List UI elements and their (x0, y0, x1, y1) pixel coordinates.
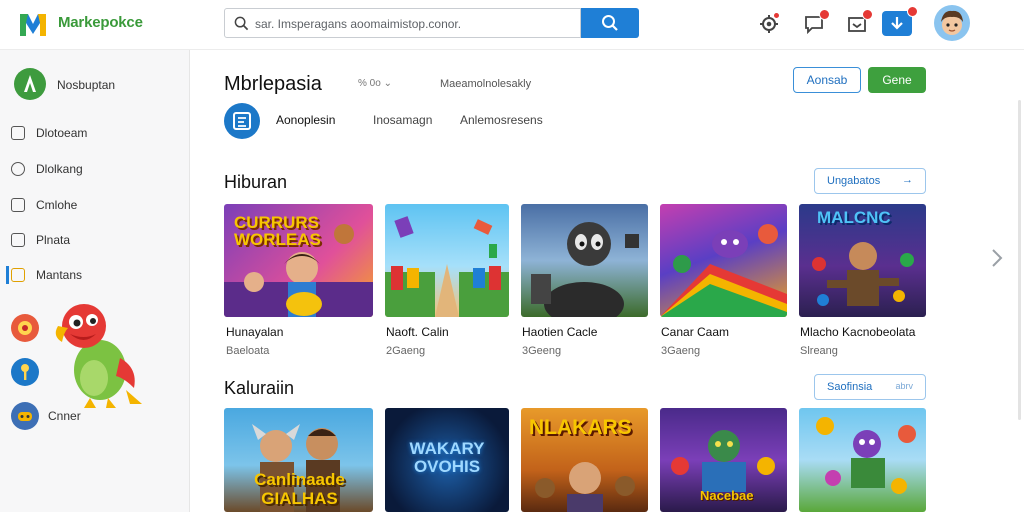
top-bar: Markepokce sar. Imsperagans aoomaimistop… (0, 0, 1024, 50)
chat-icon[interactable] (803, 9, 830, 35)
sidebar-item-label: Dlolkang (36, 162, 83, 176)
list-icon (11, 126, 25, 140)
game-card-8[interactable]: NLAKARS (521, 408, 648, 512)
game-title[interactable]: Mlacho Kacnobeolata (800, 325, 915, 339)
notification-badge (907, 6, 918, 17)
card-art-text: Nacebae (700, 488, 754, 503)
game-title[interactable]: Canar Caam (661, 325, 729, 339)
search-button[interactable] (581, 8, 639, 38)
sidebar: Nosbuptan Dlotoeam Dlolkang Cmlohe Plnat… (0, 50, 190, 512)
game-subtitle: Baeloata (226, 345, 270, 357)
arrow-right-icon: abrv (895, 381, 913, 391)
controller-icon[interactable] (11, 402, 39, 430)
page-title: Mbrlepasia (224, 73, 322, 95)
game-card-3[interactable] (521, 204, 648, 317)
sidebar-item-dlotoeam[interactable]: Dlotoeam (0, 120, 190, 146)
outline-action-button[interactable]: Aonsab (793, 67, 861, 93)
circle-icon (11, 162, 25, 176)
download-button[interactable] (882, 6, 918, 36)
tab-aonoplesin[interactable]: Aonoplesin (276, 113, 335, 127)
game-subtitle: 2Gaeng (386, 345, 426, 357)
user-badge-icon[interactable] (14, 68, 46, 100)
game-subtitle: 3Geeng (522, 345, 562, 357)
search-icon (602, 15, 618, 31)
game-title[interactable]: Hunayalan (226, 325, 283, 339)
sidebar-item-label: Dlotoeam (36, 126, 88, 140)
notification-badge (862, 9, 873, 20)
notification-badge (773, 12, 780, 19)
brand-logo-icon[interactable] (18, 10, 48, 38)
sidebar-item-mantans[interactable]: Mantans (0, 262, 190, 288)
mascot-parrot-icon (55, 304, 142, 408)
store-icon (11, 268, 25, 282)
game-card-6[interactable]: Canlinaade GIALHAS (224, 408, 373, 512)
bookmark-icon (11, 233, 25, 247)
card-art-text: CURRURS WORLEAS (234, 213, 321, 249)
card-art-text: Canlinaade GIALHAS (254, 470, 345, 508)
card-art-text: MALCNC (817, 208, 891, 227)
sidebar-item-label: Cmlohe (36, 198, 78, 212)
inbox-icon[interactable] (846, 9, 873, 35)
game-subtitle: Slreang (800, 345, 838, 357)
card-art-text: NLAKARS (529, 416, 632, 439)
see-all-label: Saofinsia (827, 380, 873, 393)
brand-name[interactable]: Markepokce (58, 14, 143, 31)
game-card-10[interactable] (799, 408, 926, 512)
notification-badge (819, 9, 830, 20)
sidebar-item-dlolkang[interactable]: Dlolkang (0, 156, 190, 182)
document-icon (11, 198, 25, 212)
sidebar-item-label: Plnata (36, 233, 71, 247)
game-card-7[interactable]: WAKARY OVOHIS (385, 408, 509, 512)
primary-action-button[interactable]: Gene (868, 67, 926, 93)
search-input[interactable]: sar. Imsperagans aoomaimistop.conor. (224, 8, 581, 38)
see-all-label: Ungabatos (827, 174, 881, 187)
sidebar-item-cmlohe[interactable]: Cmlohe (0, 192, 190, 218)
chevron-right-icon[interactable] (990, 247, 1004, 269)
game-icon[interactable] (11, 314, 39, 342)
game-card-4[interactable] (660, 204, 787, 317)
active-indicator (6, 266, 9, 284)
sidebar-bottom-label[interactable]: Cnner (48, 409, 81, 423)
game-title[interactable]: Haotien Cacle (522, 325, 597, 339)
sidebar-item-plnata[interactable]: Plnata (0, 227, 190, 253)
page-scrollbar[interactable] (1018, 100, 1021, 420)
key-icon[interactable] (11, 358, 39, 386)
game-subtitle: 3Gaeng (661, 345, 701, 357)
sidebar-item-label: Mantans (36, 268, 83, 282)
game-card-1[interactable]: CURRURS WORLEAS (224, 204, 373, 317)
sidebar-head-label[interactable]: Nosbuptan (57, 78, 115, 92)
title-meta-text: Maeamolnolesakly (440, 78, 532, 90)
see-all-button[interactable]: Ungabatos → (814, 168, 926, 194)
tab-anlemosresens[interactable]: Anlemosresens (460, 113, 543, 127)
section-title: Kaluraiin (224, 378, 295, 398)
avatar[interactable] (934, 5, 970, 41)
search-placeholder: sar. Imsperagans aoomaimistop.conor. (255, 17, 462, 31)
game-card-2[interactable] (385, 204, 509, 317)
tab-inosamagn[interactable]: Inosamagn (373, 113, 432, 127)
game-title[interactable]: Naoft. Calin (386, 325, 449, 339)
game-card-5[interactable]: MALCNC (799, 204, 926, 317)
game-card-9[interactable]: Nacebae (660, 408, 787, 512)
settings-icon[interactable] (758, 12, 780, 35)
arrow-right-icon: → (902, 174, 913, 186)
section-title: Hiburan (224, 172, 288, 192)
card-art-text: WAKARY OVOHIS (409, 439, 485, 476)
see-all-button[interactable]: Saofinsia abrv (814, 374, 926, 400)
search-icon (234, 16, 249, 31)
app-grid-icon[interactable] (224, 103, 260, 139)
title-meta-dropdown[interactable]: % 0o ⌄ (358, 78, 392, 89)
